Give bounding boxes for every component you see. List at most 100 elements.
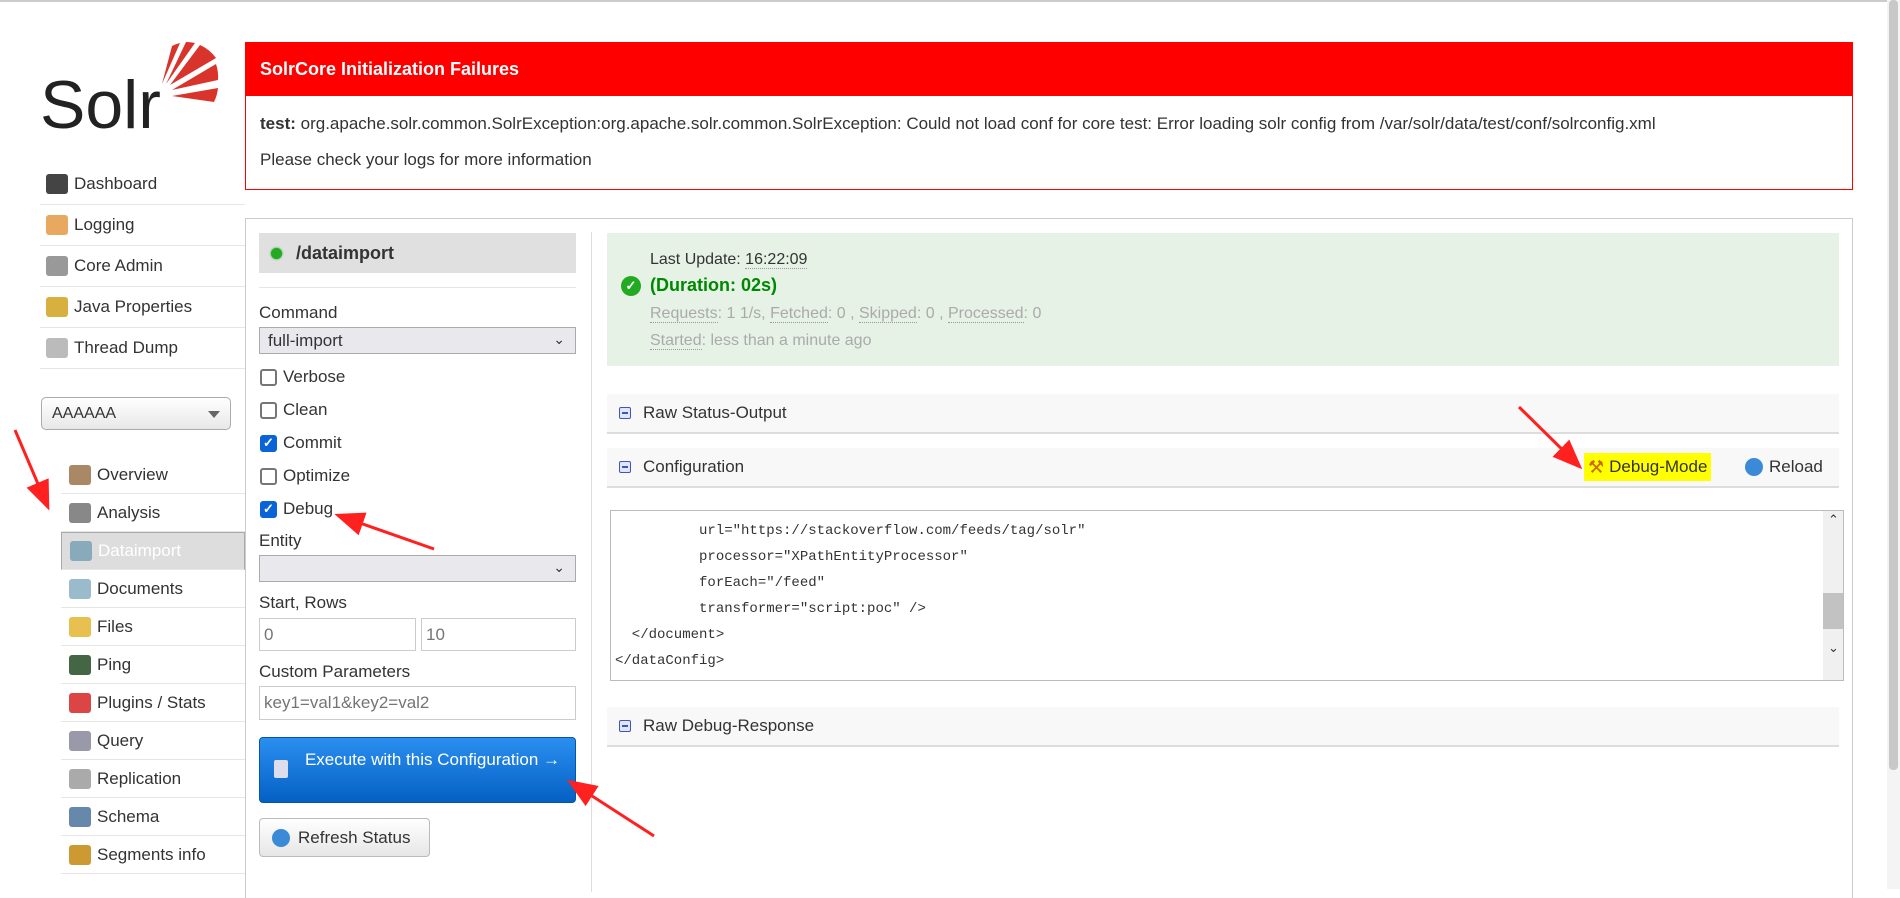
nav-item-thread-dump[interactable]: Thread Dump	[40, 328, 245, 369]
core-nav-item-replication[interactable]: Replication	[61, 760, 245, 798]
dataimport-icon	[70, 541, 92, 561]
code-line: processor="XPathEntityProcessor"	[615, 549, 968, 565]
option-clean[interactable]: Clean	[260, 400, 327, 420]
ping-icon	[69, 654, 91, 675]
init-failures-alert: SolrCore Initialization Failures test: o…	[245, 42, 1853, 190]
collapse-icon	[619, 407, 631, 419]
replication-icon	[69, 768, 91, 789]
schema-icon	[69, 806, 91, 827]
thread-dump-icon	[46, 338, 68, 358]
entity-label: Entity	[259, 531, 302, 550]
nav-label: Overview	[97, 464, 168, 484]
arrow-dataimport	[13, 429, 50, 511]
code-line: </dataConfig>	[615, 653, 725, 669]
command-label: Command	[259, 303, 338, 322]
editor-scrollbar[interactable]: ⌃ ⌄	[1823, 511, 1843, 680]
core-selector[interactable]: AAAAAA	[41, 397, 231, 430]
funnel-icon	[69, 502, 91, 523]
debug-mode-button[interactable]: ⚒ Debug-Mode	[1584, 453, 1712, 481]
reload-button[interactable]: Reload	[1745, 453, 1823, 481]
nav-label: Core Admin	[74, 256, 163, 275]
option-debug[interactable]: ✓ Debug	[260, 499, 333, 519]
divider	[259, 287, 576, 288]
execute-button[interactable]: Execute with this Configuration →	[259, 737, 576, 803]
core-nav-item-documents[interactable]: Documents	[61, 570, 245, 608]
nav-item-java-properties[interactable]: Java Properties	[40, 287, 245, 328]
custom-params-input[interactable]	[259, 686, 576, 720]
checkbox[interactable]: ✓	[260, 434, 277, 452]
core-admin-icon	[46, 256, 68, 276]
nav-label: Schema	[97, 806, 160, 826]
column-divider	[591, 232, 592, 892]
rows-input[interactable]	[421, 618, 576, 651]
core-nav-item-analysis[interactable]: Analysis	[61, 494, 245, 532]
segments-icon	[69, 844, 91, 865]
raw-status-output-toggle[interactable]: Raw Status-Output	[607, 394, 1839, 434]
main-nav: Dashboard Logging Core Admin Java Propertie…	[40, 164, 245, 369]
nav-label: Query	[97, 730, 144, 750]
core-nav-item-overview[interactable]: Overview	[61, 456, 245, 494]
core-nav-item-segments-info[interactable]: Segments info	[61, 836, 245, 874]
last-update-time: 16:22:09	[745, 251, 808, 269]
code-line: forEach="/feed"	[615, 575, 826, 591]
collapse-icon	[619, 461, 631, 473]
raw-debug-response-toggle[interactable]: Raw Debug-Response	[607, 707, 1839, 747]
nav-label: Replication	[97, 768, 182, 788]
start-rows-label: Start, Rows	[259, 593, 347, 612]
error-text: org.apache.solr.common.SolrException:org…	[295, 114, 1656, 133]
dropdown-arrow-icon	[208, 411, 220, 424]
scroll-down-icon: ⌄	[1828, 641, 1839, 656]
option-verbose[interactable]: Verbose	[260, 367, 345, 387]
configuration-toggle[interactable]: Configuration ⚒ Debug-Mode Reload	[607, 448, 1839, 488]
nav-label: Files	[97, 616, 133, 636]
code-line: url="https://stackoverflow.com/feeds/tag…	[615, 523, 1086, 539]
reload-icon	[1745, 458, 1763, 476]
handler-header[interactable]: /dataimport	[259, 233, 576, 273]
checkbox[interactable]	[260, 467, 277, 485]
alert-hint: Please check your logs for more informat…	[260, 150, 592, 169]
status-dot-icon	[271, 247, 282, 259]
start-input[interactable]	[259, 618, 416, 651]
document-icon	[274, 760, 288, 778]
core-nav-item-dataimport[interactable]: Dataimport	[61, 532, 245, 570]
top-border	[0, 0, 1900, 2]
nav-label: Analysis	[97, 502, 161, 522]
refresh-status-button[interactable]: Refresh Status	[259, 818, 430, 857]
core-nav-item-ping[interactable]: Ping	[61, 646, 245, 684]
custom-params-label: Custom Parameters	[259, 662, 411, 681]
checkbox[interactable]: ✓	[260, 500, 277, 518]
collapse-icon	[619, 720, 631, 732]
nav-item-core-admin[interactable]: Core Admin	[40, 246, 245, 287]
code-line: </document>	[615, 627, 725, 643]
logging-icon	[46, 215, 68, 235]
nav-label: Documents	[97, 578, 183, 598]
nav-item-dashboard[interactable]: Dashboard	[40, 164, 245, 205]
core-nav-item-plugins-stats[interactable]: Plugins / Stats	[61, 684, 245, 722]
checkbox[interactable]	[260, 368, 277, 386]
check-icon: ✓	[621, 276, 641, 296]
entity-select[interactable]: ⌄	[259, 555, 576, 582]
nav-label: Plugins / Stats	[97, 692, 206, 712]
solr-logo[interactable]: Solr	[40, 40, 220, 143]
import-status: Last Update: 16:22:09 ✓ (Duration: 02s) R…	[607, 233, 1839, 366]
duration: (Duration: 02s)	[650, 275, 778, 295]
command-select[interactable]: full-import ⌄	[259, 327, 576, 354]
option-optimize[interactable]: Optimize	[260, 466, 350, 486]
page-scrollbar-thumb[interactable]	[1889, 0, 1898, 770]
core-nav-item-files[interactable]: Files	[61, 608, 245, 646]
nav-label: Thread Dump	[74, 338, 178, 357]
option-commit[interactable]: ✓ Commit	[260, 433, 342, 453]
refresh-icon	[272, 828, 290, 847]
nav-item-logging[interactable]: Logging	[40, 205, 245, 246]
core-nav: Overview Analysis Dataimport Documents Files…	[61, 456, 245, 874]
folder-icon	[69, 616, 91, 637]
checkbox[interactable]	[260, 401, 277, 419]
configuration-editor[interactable]: ⌃ ⌄ url="https://stackoverflow.com/feeds/…	[610, 510, 1844, 681]
nav-label: Logging	[74, 215, 135, 234]
svg-text:Solr: Solr	[40, 67, 161, 135]
core-nav-item-schema[interactable]: Schema	[61, 798, 245, 836]
core-nav-item-query[interactable]: Query	[61, 722, 245, 760]
chevron-down-icon: ⌄	[553, 331, 565, 347]
tools-icon: ⚒	[1588, 456, 1605, 477]
documents-icon	[69, 578, 91, 599]
